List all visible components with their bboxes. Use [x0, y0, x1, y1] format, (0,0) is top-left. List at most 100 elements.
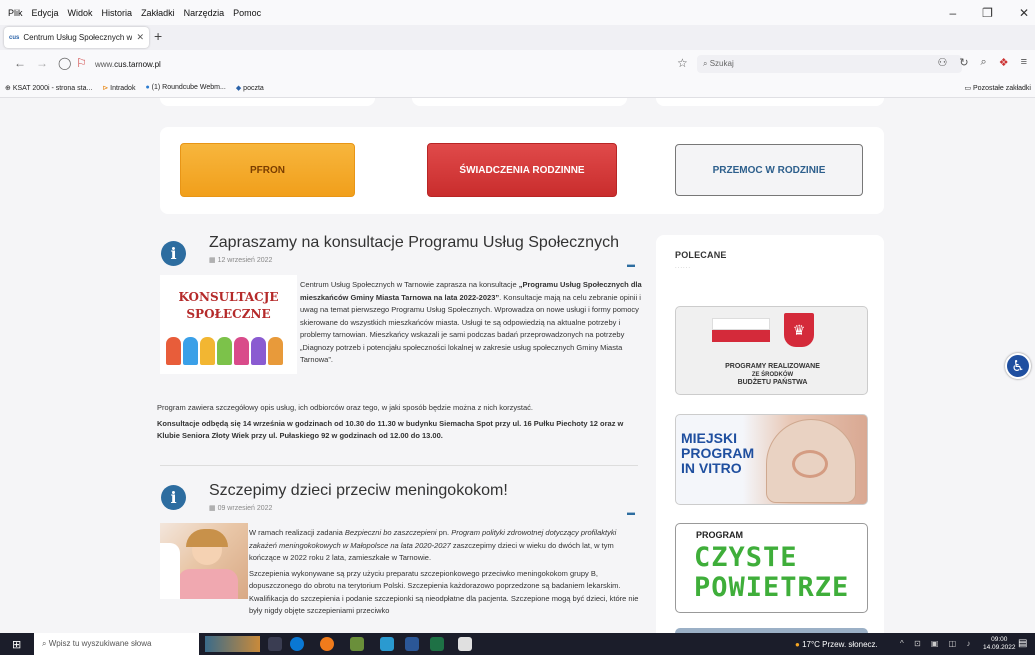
windows-start-icon[interactable]: ⊞	[12, 638, 21, 651]
article-1-p1-a: Centrum Usług Społecznych w Tarnowie zap…	[300, 280, 519, 289]
menu-widok[interactable]: Widok	[68, 8, 93, 18]
tab-active[interactable]: cus Centrum Usług Społecznych w ✕	[4, 27, 149, 48]
bookmark-ksat[interactable]: ⊕ KSAT 2000i - strona sta...	[5, 84, 92, 92]
menu-plik[interactable]: Plik	[8, 8, 23, 18]
accessibility-icon[interactable]: ♿	[1005, 353, 1031, 379]
bookmark-intradok-label: Intradok	[110, 85, 136, 92]
polecane-heading: POLECANE	[675, 250, 727, 260]
taskbar-news-widget[interactable]	[205, 636, 260, 652]
article-1-date: ▦ 12 wrzesień 2022	[209, 256, 272, 264]
restore-icon[interactable]: ❐	[982, 6, 993, 20]
print-icon[interactable]: ▬	[627, 508, 635, 517]
menu-historia[interactable]: Historia	[102, 8, 133, 18]
bookmarks-bar: ⊕ KSAT 2000i - strona sta... ⊳ Intradok …	[0, 78, 1035, 98]
word-icon[interactable]	[405, 637, 419, 651]
toolbar-icons: ⚇ ↻ ⌕ ❖ ≡	[937, 56, 1027, 69]
top-card-1	[160, 98, 375, 106]
account-icon[interactable]: ⚇	[937, 56, 947, 69]
notepad-icon[interactable]	[458, 637, 472, 651]
article-2-title[interactable]: Szczepimy dzieci przeciw meningokokom!	[209, 482, 508, 500]
new-tab-icon[interactable]: +	[154, 28, 162, 44]
hamburger-menu-icon[interactable]: ≡	[1021, 56, 1027, 69]
print-icon[interactable]: ▬	[627, 260, 635, 269]
extension-icon[interactable]: ❖	[999, 56, 1009, 69]
taskbar: ⊞ ⌕ Wpisz tu wyszukiwane słowa ● 17°C Pr…	[0, 633, 1035, 655]
info-icon: i	[161, 241, 186, 266]
excel-icon[interactable]	[430, 637, 444, 651]
minimize-icon[interactable]: –	[949, 6, 956, 20]
notification-icon[interactable]: ▤	[1018, 638, 1027, 649]
menu-pomoc[interactable]: Pomoc	[233, 8, 261, 18]
swiadczenia-button[interactable]: ŚWIADCZENIA RODZINNE	[427, 143, 617, 197]
heart-hands-icon	[792, 450, 828, 478]
menu-zakladki[interactable]: Zakładki	[141, 8, 175, 18]
forward-icon[interactable]: →	[36, 56, 48, 70]
zoom-icon[interactable]: ⌕	[981, 56, 987, 69]
article-1-date-text: 12 wrzesień 2022	[217, 257, 273, 264]
back-icon[interactable]: ←	[14, 56, 26, 70]
bookmark-intradok[interactable]: ⊳ Intradok	[102, 84, 135, 92]
taskbar-search-input[interactable]: ⌕ Wpisz tu wyszukiwane słowa	[34, 633, 199, 655]
article-1-body: Centrum Usług Społecznych w Tarnowie zap…	[157, 279, 642, 367]
taskbar-search-placeholder: Wpisz tu wyszukiwane słowa	[48, 639, 152, 648]
other-bookmarks[interactable]: ▭ Pozostałe zakładki	[964, 84, 1031, 92]
edge-icon[interactable]	[290, 637, 304, 651]
promo-czyste-powietrze[interactable]: PROGRAM CZYSTE POWIETRZE	[675, 523, 868, 613]
tab-close-icon[interactable]: ✕	[136, 32, 144, 43]
reload-icon[interactable]: ↻	[959, 56, 968, 69]
article-2-body: W ramach realizacji zadania Bezpieczni b…	[157, 527, 642, 618]
promo-budzet-panstwa[interactable]: ♛ PROGRAMY REALIZOWANE ZE ŚRODKÓW BUDŻET…	[675, 306, 868, 395]
article-1-p2: Program zawiera szczegółowy opis usług, …	[157, 403, 534, 412]
firefox-icon[interactable]	[320, 637, 334, 651]
tray-icons[interactable]: ^ ⊡ ▣ ◫ ♪	[900, 639, 974, 648]
tab-title: Centrum Usług Społecznych w	[23, 33, 133, 42]
menu-bar: Plik Edycja Widok Historia Zakładki Narz…	[0, 0, 1035, 25]
article-1-title[interactable]: Zapraszamy na konsultacje Programu Usług…	[209, 234, 619, 252]
heading-dots: ......	[675, 264, 692, 270]
eagle-emblem-icon: ♛	[784, 313, 814, 347]
promo-2-line-2: PROGRAM	[681, 445, 755, 461]
shield-icon[interactable]: ◯	[58, 56, 71, 70]
calendar-icon: ▦	[209, 505, 216, 512]
article-2-p1-a: W ramach realizacji zadania	[249, 528, 345, 537]
przemoc-button[interactable]: PRZEMOC W RODZINIE	[675, 144, 863, 196]
bookmark-ksat-label: KSAT 2000i - strona sta...	[12, 85, 93, 92]
menu-edycja[interactable]: Edycja	[32, 8, 59, 18]
article-2-p1-c: pn.	[436, 528, 452, 537]
promo-3-text: CZYSTE POWIETRZE	[694, 543, 849, 603]
browser-search-input[interactable]: ⌕ Szukaj	[697, 55, 962, 73]
article-1-p3: Konsultacje odbędą się 14 września w god…	[157, 418, 624, 441]
bookmark-roundcube[interactable]: ● (1) Roundcube Webm...	[145, 84, 225, 92]
app-icon[interactable]	[350, 637, 364, 651]
url-bar[interactable]: www.cus.tarnow.pl	[95, 60, 161, 69]
promo-3-line-2: CZYSTE	[694, 542, 798, 573]
close-icon[interactable]: ✕	[1019, 6, 1029, 20]
lock-icon[interactable]: ⚐	[76, 56, 87, 70]
clock[interactable]: 09:00 14.09.2022	[983, 636, 1016, 652]
url-domain: cus.tarnow.pl	[114, 60, 161, 69]
task-view-icon[interactable]	[268, 637, 282, 651]
weather-widget[interactable]: ● 17°C Przew. słonecz.	[795, 640, 878, 649]
article-1-p1: Centrum Usług Społecznych w Tarnowie zap…	[157, 279, 642, 367]
search-placeholder: Szukaj	[709, 59, 734, 68]
poczta-icon: ◆	[235, 85, 242, 92]
promo-1-line-3: BUDŻETU PAŃSTWA	[737, 379, 808, 386]
clock-time: 09:00	[991, 636, 1008, 643]
calendar-icon: ▦	[209, 257, 216, 264]
outlook-icon[interactable]	[380, 637, 394, 651]
article-2-date: ▦ 09 wrzesień 2022	[209, 504, 272, 512]
flag-red	[712, 330, 770, 342]
intradok-icon: ⊳	[102, 85, 109, 92]
bookmark-poczta-label: poczta	[243, 85, 264, 92]
bookmark-poczta[interactable]: ◆ poczta	[236, 84, 264, 92]
pfron-button[interactable]: PFRON	[180, 143, 355, 197]
url-prefix: www.	[95, 60, 115, 69]
promo-in-vitro[interactable]: MIEJSKI PROGRAM IN VITRO	[675, 414, 868, 505]
tab-bar: cus Centrum Usług Społecznych w ✕ +	[0, 25, 1035, 50]
promo-2-text: MIEJSKI PROGRAM IN VITRO	[681, 431, 754, 476]
promo-2-line-1: MIEJSKI	[681, 430, 738, 446]
menu-narzedzia[interactable]: Narzędzia	[184, 8, 225, 18]
search-icon: ⌕	[42, 639, 47, 648]
page-content: PFRON ŚWIADCZENIA RODZINNE PRZEMOC W ROD…	[0, 98, 1035, 633]
bookmark-star-icon[interactable]: ☆	[677, 56, 688, 70]
